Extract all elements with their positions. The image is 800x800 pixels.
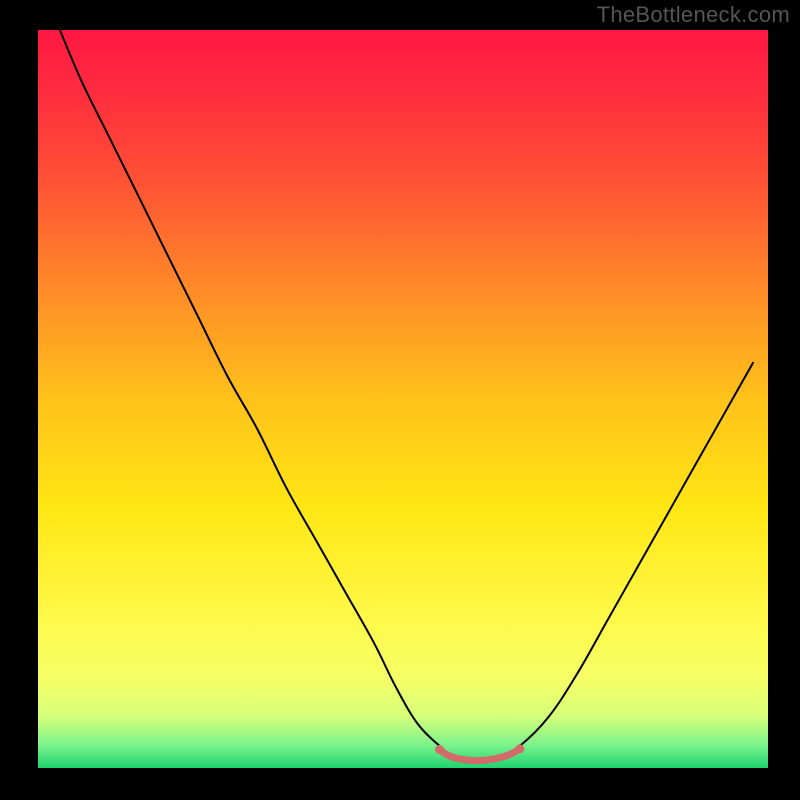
optimal-endpoint-right: [515, 744, 524, 753]
chart-frame: TheBottleneck.com: [0, 0, 800, 800]
optimal-endpoint-left: [435, 745, 444, 754]
bottleneck-chart: [38, 30, 768, 768]
plot-area: [38, 30, 768, 768]
gradient-background: [38, 30, 768, 768]
watermark-text: TheBottleneck.com: [597, 2, 790, 28]
